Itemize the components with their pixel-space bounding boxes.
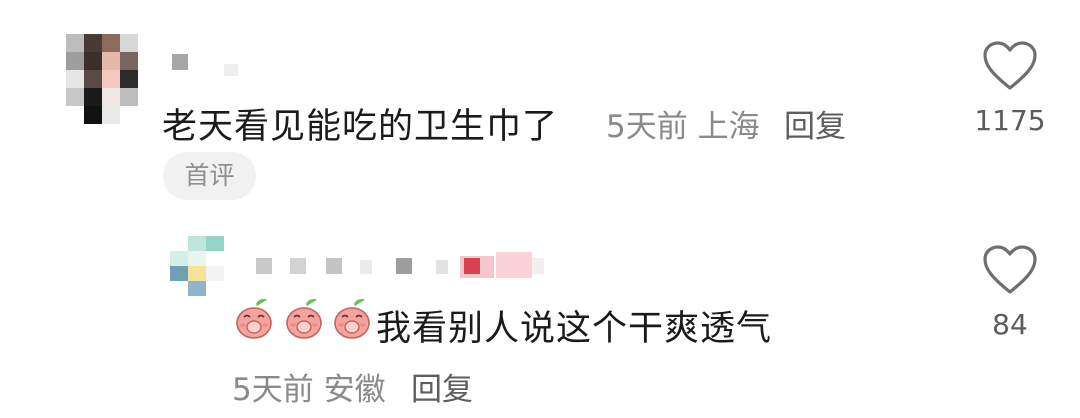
reply-avatar-pixelated[interactable] (170, 236, 224, 296)
heart-outline-icon[interactable] (982, 40, 1038, 92)
comment-meta: 5天前 上海 (606, 101, 760, 146)
peach-cover-mouth-emoji (234, 296, 274, 340)
avatar-pixelated[interactable] (66, 34, 138, 124)
reply-time: 5天前 (232, 372, 314, 408)
like-count: 84 (992, 308, 1028, 341)
like-count: 1175 (974, 104, 1046, 137)
heart-outline-icon[interactable] (982, 244, 1038, 296)
peach-cover-mouth-emoji (332, 296, 372, 340)
first-comment-badge: 首评 (163, 152, 256, 200)
reply-text: 我看别人说这个干爽透气 (376, 309, 773, 349)
username-pixelated[interactable] (170, 52, 240, 76)
comment-time: 5天前 (606, 109, 688, 145)
reply-button[interactable]: 回复 (784, 101, 846, 146)
reply-meta: 5天前 安徽 (232, 364, 386, 409)
reply-location: 安徽 (323, 372, 386, 408)
reply-button[interactable]: 回复 (411, 364, 473, 409)
comment-text: 老天看见能吃的卫生巾了 (162, 107, 559, 147)
comment-location: 上海 (697, 109, 760, 145)
reply-username-pixelated[interactable] (250, 238, 560, 282)
peach-cover-mouth-emoji (284, 296, 324, 340)
